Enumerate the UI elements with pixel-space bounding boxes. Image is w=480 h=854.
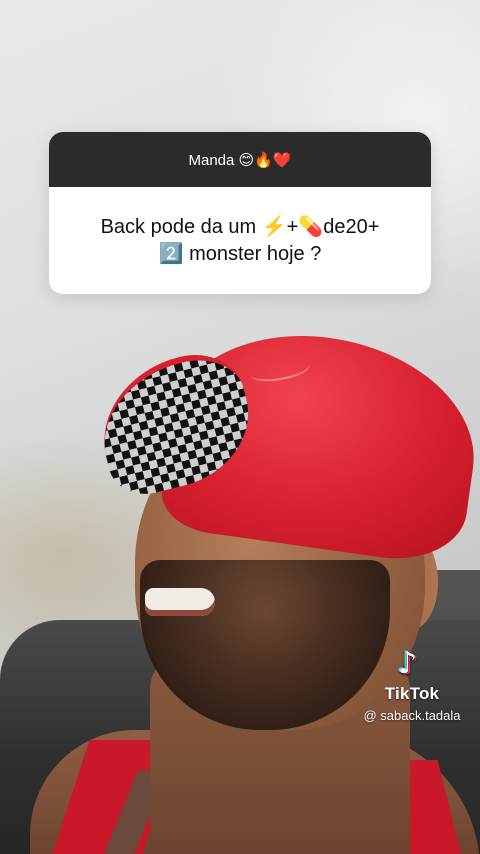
question-sticker-header: Manda 😊🔥❤️ xyxy=(49,132,431,187)
video-frame: Manda 😊🔥❤️ Back pode da um ⚡️+💊de20+ 2️⃣… xyxy=(0,0,480,854)
tiktok-watermark: ♪ ♪ ♪ TikTok @ saback.tadala xyxy=(352,646,472,724)
tiktok-brand: TikTok xyxy=(384,684,440,703)
question-prompt: Manda 😊🔥❤️ xyxy=(188,151,292,169)
question-sticker[interactable]: Manda 😊🔥❤️ Back pode da um ⚡️+💊de20+ 2️⃣… xyxy=(49,132,431,294)
question-text-line-1: Back pode da um ⚡️+💊de20+ xyxy=(100,215,380,238)
tiktok-username: @ saback.tadala xyxy=(363,708,461,723)
mouth xyxy=(145,588,215,616)
question-text-line-2: 2️⃣ monster hoje ? xyxy=(158,242,322,265)
tiktok-note-icon-white: ♪ xyxy=(398,646,418,681)
person xyxy=(0,0,480,854)
question-sticker-body: Back pode da um ⚡️+💊de20+ 2️⃣ monster ho… xyxy=(49,187,431,294)
tiktok-note-icon: ♪ ♪ ♪ xyxy=(396,646,426,681)
